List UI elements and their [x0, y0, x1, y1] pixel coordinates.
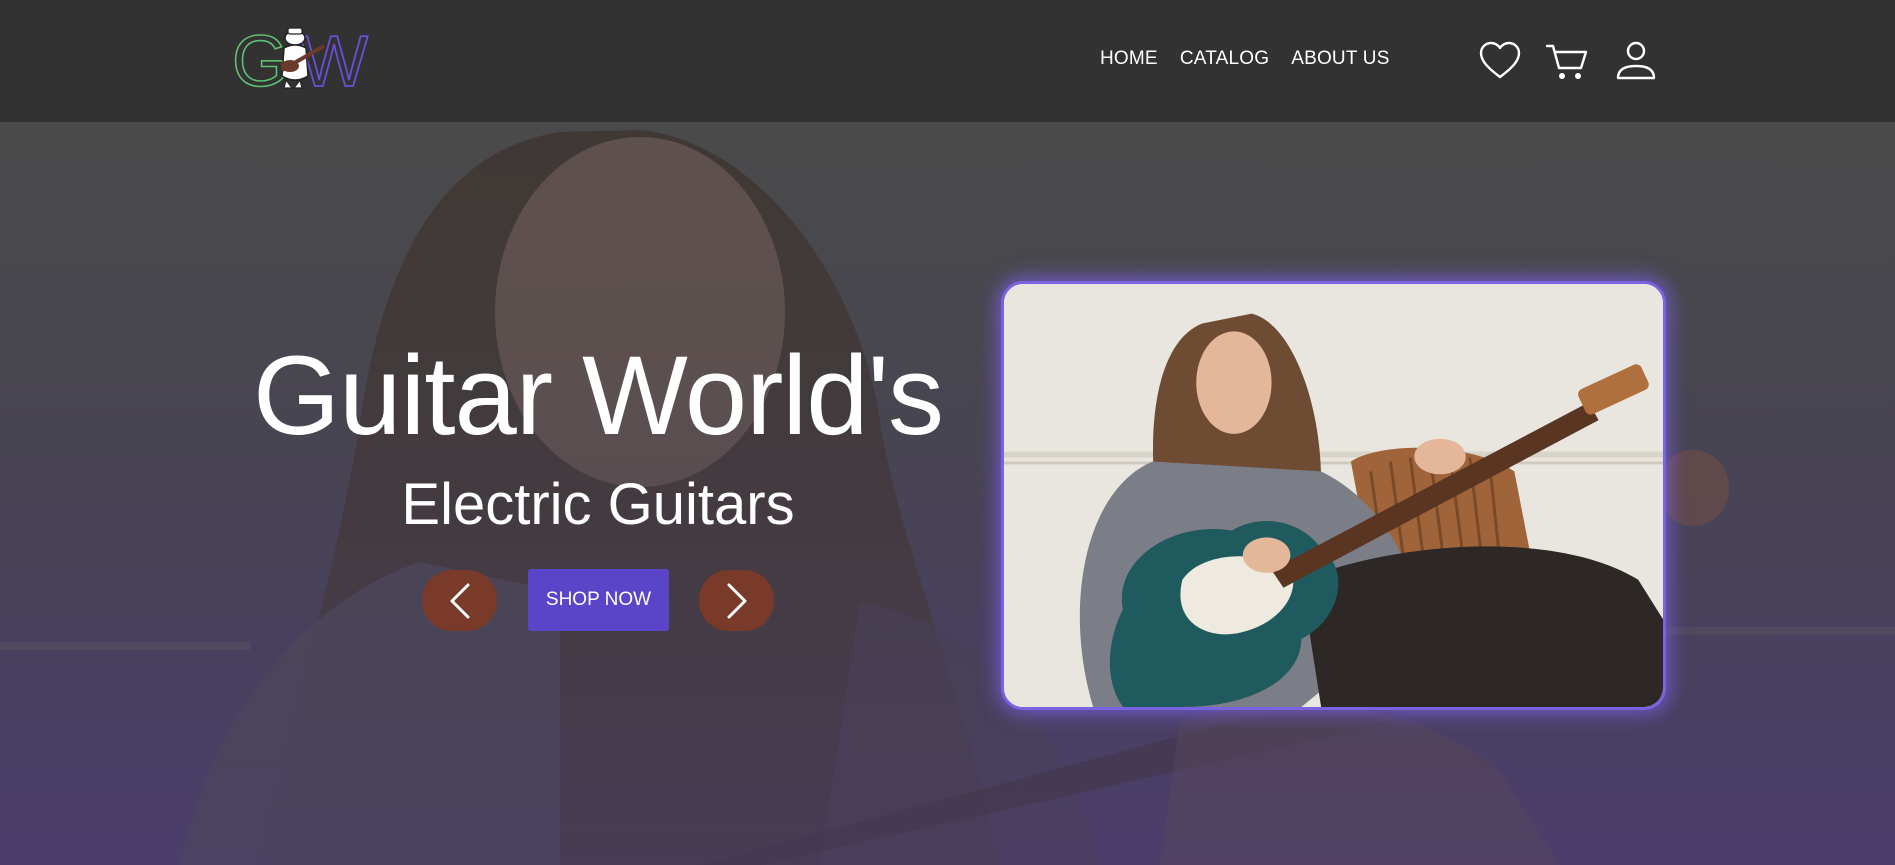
hero-banner: Guitar World's Electric Guitars SHOP NOW — [0, 122, 1895, 865]
cart-button[interactable] — [1545, 40, 1589, 82]
chevron-right-icon — [727, 583, 746, 618]
wishlist-button[interactable] — [1478, 40, 1522, 82]
svg-text:W: W — [300, 24, 368, 94]
nav-about-us[interactable]: ABOUT US — [1291, 48, 1389, 70]
guitar-player-logo-icon: G W — [231, 21, 369, 103]
nav-catalog[interactable]: CATALOG — [1180, 48, 1269, 70]
next-slide-button[interactable] — [699, 570, 774, 631]
guitarist-photo — [1004, 284, 1663, 707]
logo[interactable]: G W — [231, 21, 376, 103]
svg-text:G: G — [232, 24, 288, 94]
site-header: G W HOME CATALOG ABOUT US — [0, 0, 1895, 122]
shop-now-button[interactable]: SHOP NOW — [528, 569, 669, 631]
user-icon — [1616, 41, 1656, 80]
chevron-left-icon — [450, 583, 469, 618]
main-nav: HOME CATALOG ABOUT US — [1100, 48, 1390, 70]
nav-home[interactable]: HOME — [1100, 48, 1158, 70]
account-button[interactable] — [1614, 40, 1658, 82]
featured-photo-card — [1001, 281, 1666, 710]
prev-slide-button[interactable] — [422, 570, 497, 631]
cart-icon — [1545, 44, 1588, 79]
heart-icon — [1479, 41, 1521, 79]
